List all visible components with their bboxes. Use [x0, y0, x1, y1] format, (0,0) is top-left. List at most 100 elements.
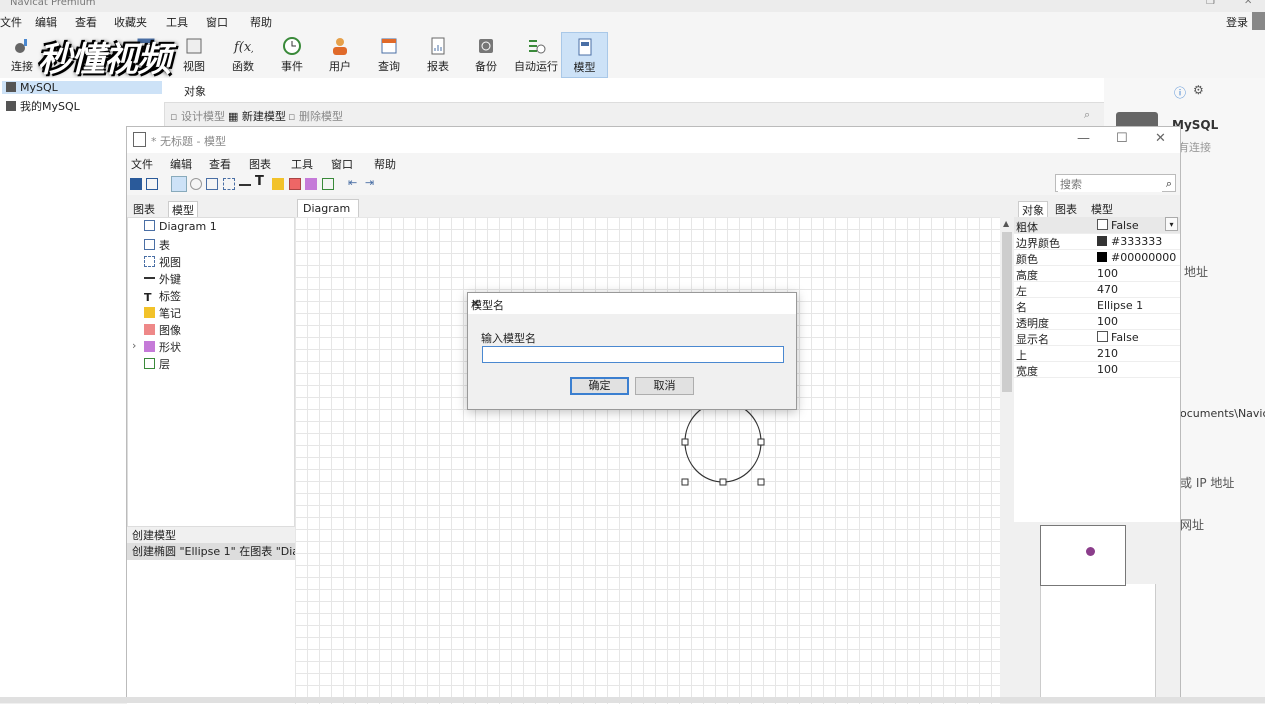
close-icon[interactable]: ✕ — [1244, 0, 1252, 7]
align-left-icon[interactable]: ⇤ — [348, 176, 360, 189]
tree-item-foreign-keys[interactable]: 外键 — [144, 271, 181, 287]
schedule-button[interactable]: 自动运行 — [513, 32, 559, 78]
scroll-up-icon[interactable]: ▲ — [1003, 219, 1009, 228]
new-view-icon[interactable] — [223, 178, 235, 190]
save-icon[interactable] — [130, 178, 142, 190]
navigator-viewport[interactable] — [1040, 525, 1126, 586]
search-field[interactable]: ⌕ — [1055, 174, 1176, 192]
model-button[interactable]: 模型 — [561, 32, 608, 78]
menu-edit[interactable]: 编辑 — [170, 156, 192, 172]
resize-handle[interactable] — [757, 478, 765, 486]
resize-handle[interactable] — [719, 478, 727, 486]
foreign-key-icon[interactable] — [239, 184, 251, 187]
event-button[interactable]: 事件 — [270, 32, 314, 78]
tree-item-tables[interactable]: 表 — [144, 237, 170, 253]
note-icon[interactable] — [272, 178, 284, 190]
menu-file[interactable]: 文件 — [0, 14, 22, 30]
user-button[interactable]: 用户 — [318, 32, 362, 78]
search-input[interactable] — [1058, 176, 1162, 192]
query-button[interactable]: 查询 — [367, 32, 411, 78]
menu-help[interactable]: 帮助 — [374, 156, 396, 172]
tab-diagrams[interactable]: 图表 — [133, 201, 155, 217]
new-model-button[interactable]: ▦ 新建模型 — [228, 108, 286, 124]
database-icon — [6, 82, 16, 92]
design-model-button[interactable]: ▫ 设计模型 — [170, 108, 225, 124]
hand-icon[interactable] — [190, 178, 202, 190]
menu-tools[interactable]: 工具 — [166, 14, 188, 30]
show-name-checkbox[interactable] — [1097, 331, 1108, 342]
app-title-bar: Navicat Premium ❐ ✕ — [0, 0, 1265, 12]
prop-row-left[interactable]: 左 470 — [1014, 281, 1180, 298]
ok-button[interactable]: 确定 — [570, 377, 629, 395]
layer-icon[interactable] — [322, 178, 334, 190]
bold-checkbox[interactable] — [1097, 219, 1108, 230]
menu-view[interactable]: 查看 — [75, 14, 97, 30]
shape-icon[interactable] — [305, 178, 317, 190]
cancel-button[interactable]: 取消 — [635, 377, 694, 395]
image-icon[interactable] — [289, 178, 301, 190]
tree-item-images[interactable]: 图像 — [144, 322, 181, 338]
delete-model-button[interactable]: ▫ 删除模型 — [288, 108, 343, 124]
prop-row-height[interactable]: 高度 100 — [1014, 265, 1180, 282]
tab-diagram-1[interactable]: Diagram 1 — [297, 199, 359, 228]
backup-button[interactable]: 备份 — [464, 32, 508, 78]
resize-handle[interactable] — [757, 438, 765, 446]
label-icon[interactable]: T — [255, 174, 267, 189]
search-icon[interactable]: ⌕ — [1084, 108, 1090, 122]
menu-favorites[interactable]: 收藏夹 — [114, 14, 147, 30]
tab-model[interactable]: 模型 — [1091, 201, 1113, 217]
tab-objects[interactable]: 对象 — [184, 83, 206, 99]
report-button[interactable]: 报表 — [416, 32, 460, 78]
ellipse-shape[interactable] — [684, 401, 762, 483]
connection-item[interactable]: MySQL — [2, 81, 162, 94]
chevron-down-icon[interactable]: ▾ — [1165, 217, 1178, 231]
menu-diagram[interactable]: 图表 — [249, 156, 271, 172]
tree-item-labels[interactable]: T 标签 — [144, 288, 181, 304]
close-icon[interactable]: ✕ — [471, 297, 480, 310]
function-button[interactable]: f(x) 函数 — [221, 32, 265, 78]
minimize-icon[interactable]: — — [1077, 131, 1090, 146]
pointer-icon[interactable] — [171, 176, 187, 192]
search-icon[interactable]: ⌕ — [1166, 177, 1172, 191]
tree-item-layers[interactable]: 层 — [144, 356, 170, 372]
scrollbar-thumb[interactable] — [1002, 232, 1012, 392]
menu-window[interactable]: 窗口 — [331, 156, 353, 172]
prop-row-color[interactable]: 颜色 #00000000 — [1014, 249, 1180, 266]
chevron-right-icon[interactable]: › — [132, 339, 136, 352]
prop-row-border-color[interactable]: 边界颜色 #333333 — [1014, 233, 1180, 250]
prop-row-bold[interactable]: 粗体 False ▾ — [1014, 217, 1180, 234]
resize-handle[interactable] — [681, 438, 689, 446]
prop-row-show-name[interactable]: 显示名 False — [1014, 329, 1180, 346]
login-link[interactable]: 登录 — [1226, 14, 1248, 30]
menu-tools[interactable]: 工具 — [291, 156, 313, 172]
menu-edit[interactable]: 编辑 — [35, 14, 57, 30]
prop-row-opacity[interactable]: 透明度 100 — [1014, 313, 1180, 330]
tab-diagram[interactable]: 图表 — [1055, 201, 1077, 217]
connection-item[interactable]: 我的MySQL — [6, 98, 80, 114]
align-right-icon[interactable]: ⇥ — [365, 176, 377, 189]
prop-row-width[interactable]: 宽度 100 — [1014, 361, 1180, 378]
tree-item-diagram[interactable]: Diagram 1 — [144, 220, 217, 233]
diagram-canvas[interactable] — [295, 217, 1000, 704]
menu-window[interactable]: 窗口 — [206, 14, 228, 30]
close-icon[interactable]: ✕ — [1155, 131, 1166, 146]
info-icon[interactable]: ⓘ — [1174, 84, 1186, 101]
tree-item-notes[interactable]: 笔记 — [144, 305, 181, 321]
model-name-input[interactable] — [482, 346, 784, 363]
prop-row-top[interactable]: 上 210 — [1014, 345, 1180, 362]
menu-file[interactable]: 文件 — [131, 156, 153, 172]
gear-icon[interactable]: ⚙ — [1193, 83, 1204, 97]
menu-help[interactable]: 帮助 — [250, 14, 272, 30]
restore-icon[interactable]: ❐ — [1206, 0, 1215, 7]
resize-handle[interactable] — [681, 478, 689, 486]
history-item[interactable]: 创建椭圆 "Ellipse 1" 在图表 "Diagram 1" — [127, 543, 295, 560]
prop-row-name[interactable]: 名 Ellipse 1 — [1014, 297, 1180, 314]
new-table-icon[interactable] — [206, 178, 218, 190]
maximize-icon[interactable]: ☐ — [1116, 131, 1128, 146]
avatar[interactable] — [1252, 12, 1265, 30]
menu-view[interactable]: 查看 — [209, 156, 231, 172]
save-as-icon[interactable] — [146, 178, 158, 190]
view-button[interactable]: 视图 — [172, 32, 216, 78]
tree-item-views[interactable]: 视图 — [144, 254, 181, 270]
tree-item-shapes[interactable]: › 形状 — [132, 339, 181, 355]
